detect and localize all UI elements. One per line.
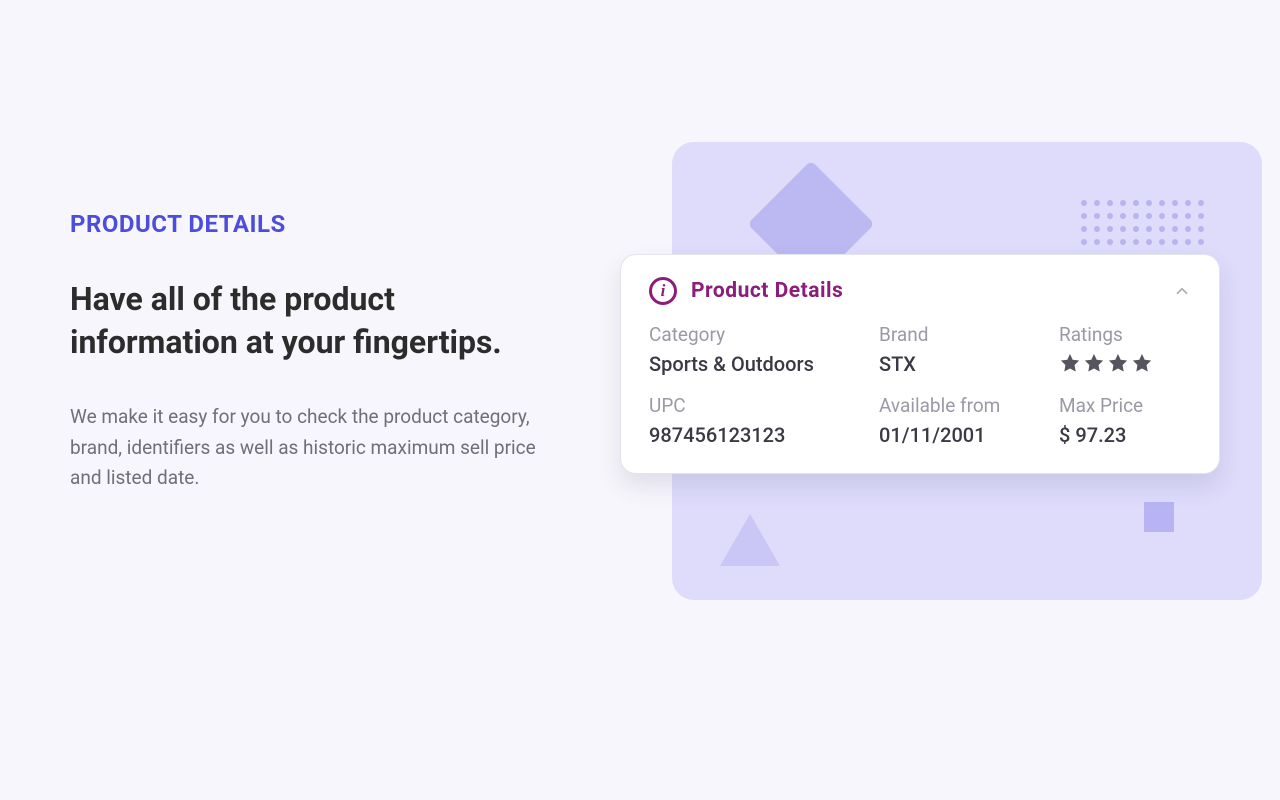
card-header[interactable]: i Product Details [649, 277, 1191, 305]
field-ratings: Ratings [1059, 323, 1191, 376]
field-brand: Brand STX [879, 323, 1059, 376]
star-icon [1059, 352, 1081, 374]
field-available: Available from 01/11/2001 [879, 394, 1059, 447]
field-upc: UPC 987456123123 [649, 394, 879, 447]
triangle-shape [720, 514, 780, 566]
square-shape [1144, 502, 1174, 532]
field-label: Category [649, 323, 879, 346]
star-icon [1131, 352, 1153, 374]
field-value: 01/11/2001 [879, 423, 1059, 447]
field-maxprice: Max Price $ 97.23 [1059, 394, 1191, 447]
card-title: Product Details [691, 279, 843, 303]
field-value: 987456123123 [649, 423, 879, 447]
rating-stars [1059, 352, 1191, 374]
dot-grid [1081, 200, 1204, 245]
field-label: Ratings [1059, 323, 1191, 346]
info-icon: i [649, 277, 677, 305]
product-details-card: i Product Details Category Sports & Outd… [620, 254, 1220, 474]
field-label: Available from [879, 394, 1059, 417]
field-label: Max Price [1059, 394, 1191, 417]
section-eyebrow: PRODUCT DETAILS [70, 210, 550, 238]
chevron-up-icon[interactable] [1173, 282, 1191, 300]
field-value: Sports & Outdoors [649, 352, 879, 376]
field-label: Brand [879, 323, 1059, 346]
section-body: We make it easy for you to check the pro… [70, 402, 550, 493]
field-value: $ 97.23 [1059, 423, 1191, 447]
field-label: UPC [649, 394, 879, 417]
field-value: STX [879, 352, 1059, 376]
star-icon [1083, 352, 1105, 374]
section-headline: Have all of the product information at y… [70, 278, 550, 364]
field-category: Category Sports & Outdoors [649, 323, 879, 376]
star-icon [1107, 352, 1129, 374]
